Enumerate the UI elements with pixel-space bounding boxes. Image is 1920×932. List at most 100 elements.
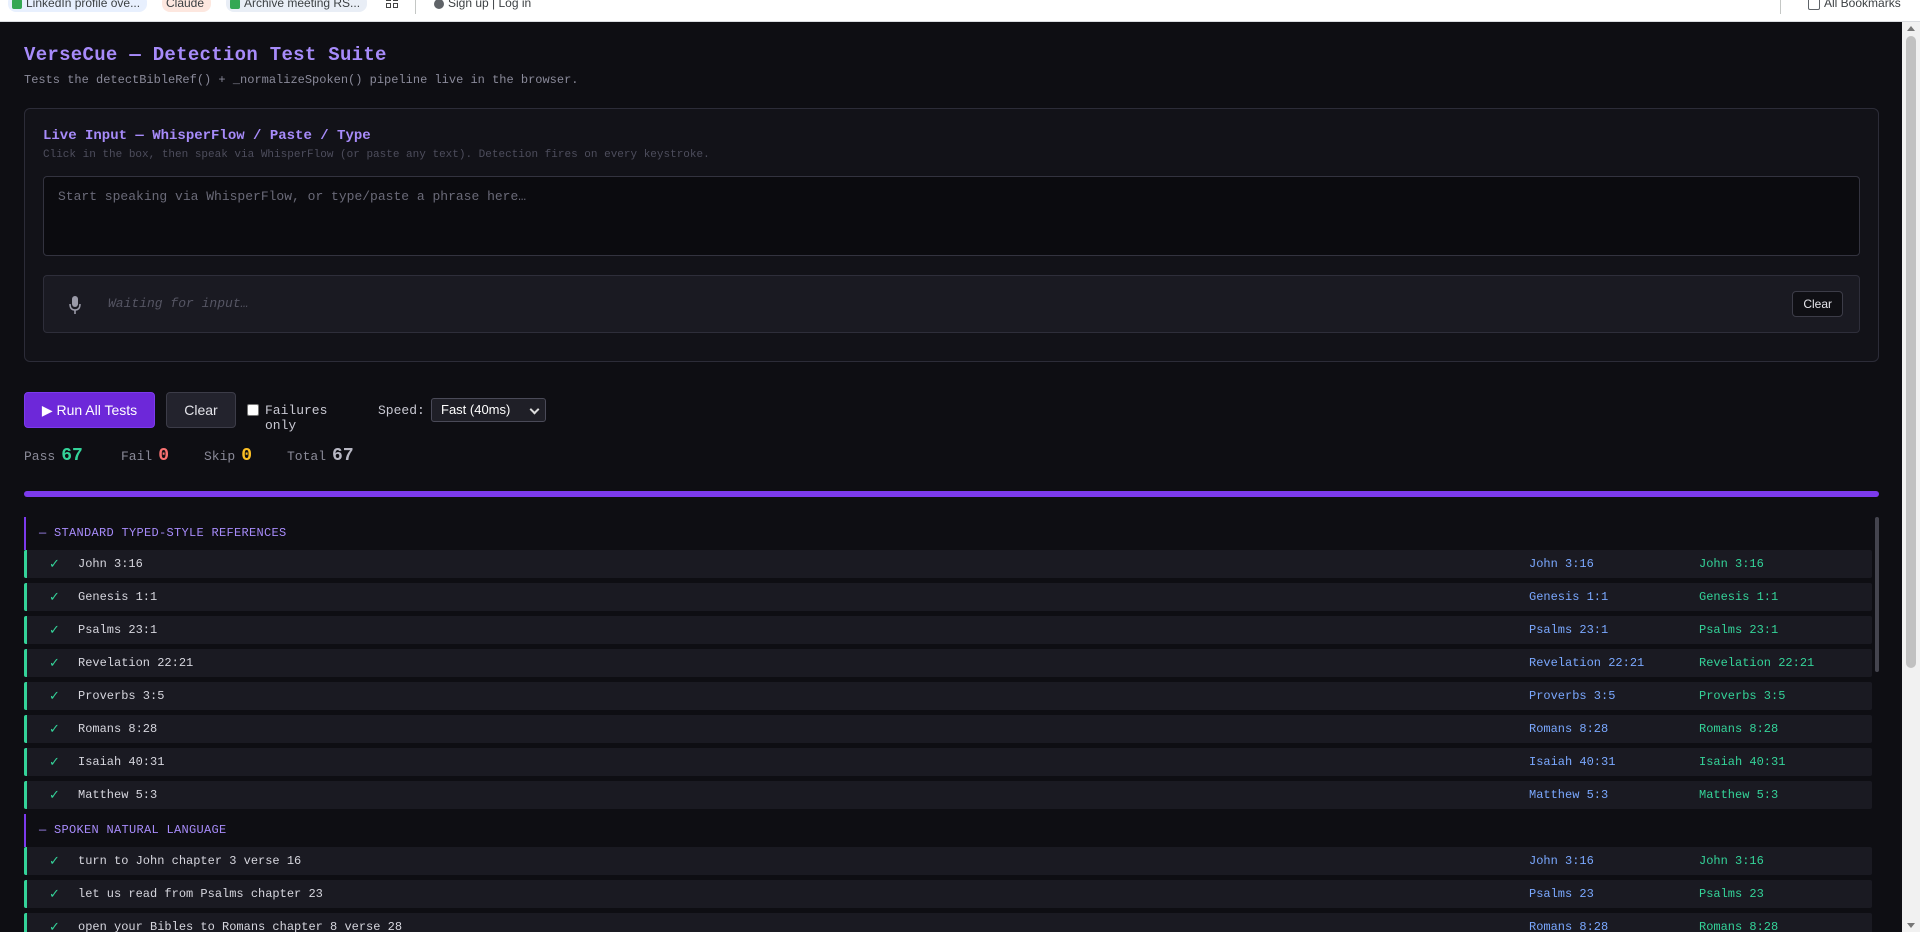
speed-select[interactable]: Fast (40ms)	[431, 398, 546, 422]
test-input: Matthew 5:3	[78, 788, 158, 802]
pass-check-icon: ✓	[49, 656, 60, 671]
test-input: open your Bibles to Romans chapter 8 ver…	[78, 920, 403, 932]
test-expected: John 3:16	[1699, 854, 1764, 868]
scroll-up-icon[interactable]	[1907, 26, 1915, 31]
stat-total-label: Total	[287, 449, 327, 464]
test-input: Genesis 1:1	[78, 590, 158, 604]
bookmark-linkedin[interactable]: LinkedIn profile ove...	[8, 0, 148, 12]
microphone-icon	[69, 296, 81, 314]
pass-check-icon: ✓	[49, 755, 60, 770]
globe-icon	[434, 0, 444, 9]
scroll-down-icon[interactable]	[1907, 923, 1915, 928]
chevron-down-icon	[529, 404, 540, 415]
test-expected: Romans 8:28	[1699, 722, 1779, 736]
test-expected: Isaiah 40:31	[1699, 755, 1786, 769]
test-row[interactable]: ✓ let us read from Psalms chapter 23 Psalm…	[24, 880, 1872, 908]
stat-pass-label: Pass	[24, 449, 56, 464]
bookmark-label: Claude	[166, 0, 205, 10]
test-detected: Proverbs 3:5	[1529, 689, 1616, 703]
bookmark-signup[interactable]: Sign up | Log in	[430, 0, 538, 12]
clear-live-button[interactable]: Clear	[1792, 291, 1843, 317]
test-detected: Psalms 23	[1529, 887, 1594, 901]
group-header: — STANDARD TYPED-STYLE REFERENCES	[24, 517, 1879, 550]
test-row[interactable]: ✓ open your Bibles to Romans chapter 8 ve…	[24, 913, 1872, 932]
pass-check-icon: ✓	[49, 854, 60, 869]
test-input: let us read from Psalms chapter 23	[78, 887, 323, 901]
test-expected: Genesis 1:1	[1699, 590, 1779, 604]
test-row[interactable]: ✓ Proverbs 3:5 Proverbs 3:5 Proverbs 3:5	[24, 682, 1872, 710]
bookmarks-divider	[415, 0, 416, 14]
speed-select-value: Fast (40ms)	[441, 402, 511, 417]
stat-skip: Skip 0	[204, 446, 252, 466]
page-scrollbar[interactable]	[1902, 22, 1920, 932]
bookmark-label: LinkedIn profile ove...	[26, 0, 141, 10]
test-row[interactable]: ✓ Genesis 1:1 Genesis 1:1 Genesis 1:1	[24, 583, 1872, 611]
test-input: Psalms 23:1	[78, 623, 158, 637]
bookmark-claude[interactable]: Claude	[162, 0, 212, 12]
pass-check-icon: ✓	[49, 689, 60, 704]
test-expected: John 3:16	[1699, 557, 1764, 571]
test-input: Revelation 22:21	[78, 656, 194, 670]
folder-icon	[1808, 0, 1820, 10]
all-bookmarks-button[interactable]: All Bookmarks	[1804, 0, 1908, 12]
bookmarks-divider	[1780, 0, 1781, 14]
test-expected: Psalms 23	[1699, 887, 1764, 901]
failures-only-label: Failures only	[265, 403, 328, 433]
test-row[interactable]: ✓ turn to John chapter 3 verse 16 John 3:1…	[24, 847, 1872, 875]
test-row[interactable]: ✓ Romans 8:28 Romans 8:28 Romans 8:28	[24, 715, 1872, 743]
test-expected: Revelation 22:21	[1699, 656, 1815, 670]
progress-bar	[24, 491, 1879, 497]
pass-check-icon: ✓	[49, 722, 60, 737]
page-subtitle: Tests the detectBibleRef() + _normalizeS…	[24, 73, 579, 87]
test-expected: Psalms 23:1	[1699, 623, 1779, 637]
stat-skip-label: Skip	[204, 449, 236, 464]
test-input: Isaiah 40:31	[78, 755, 165, 769]
group-header: — SPOKEN NATURAL LANGUAGE	[24, 814, 1879, 847]
test-row[interactable]: ✓ Matthew 5:3 Matthew 5:3 Matthew 5:3	[24, 781, 1872, 809]
test-row[interactable]: ✓ Psalms 23:1 Psalms 23:1 Psalms 23:1	[24, 616, 1872, 644]
bookmarks-bar: LinkedIn profile ove... Claude Archive m…	[0, 0, 1920, 22]
linkedin-favicon-icon	[12, 0, 22, 9]
test-row[interactable]: ✓ Isaiah 40:31 Isaiah 40:31 Isaiah 40:31	[24, 748, 1872, 776]
stat-total: Total 67	[287, 446, 354, 466]
test-detected: Revelation 22:21	[1529, 656, 1645, 670]
run-all-tests-button[interactable]: ▶ Run All Tests	[24, 392, 155, 428]
test-detected: John 3:16	[1529, 854, 1594, 868]
test-detected: Isaiah 40:31	[1529, 755, 1616, 769]
live-input-panel: Live Input — WhisperFlow / Paste / Type …	[24, 108, 1879, 362]
test-input: turn to John chapter 3 verse 16	[78, 854, 302, 868]
test-expected: Romans 8:28	[1699, 920, 1779, 932]
results-list: — STANDARD TYPED-STYLE REFERENCES ✓ John 3…	[24, 517, 1879, 932]
stat-total-value: 67	[332, 446, 354, 466]
pass-check-icon: ✓	[49, 557, 60, 572]
test-expected: Proverbs 3:5	[1699, 689, 1786, 703]
stat-fail-label: Fail	[121, 449, 153, 464]
stat-fail: Fail 0	[121, 446, 169, 466]
stat-fail-value: 0	[158, 446, 170, 466]
sheet-favicon-icon	[230, 0, 240, 9]
scrollbar-thumb[interactable]	[1906, 36, 1916, 668]
test-row[interactable]: ✓ Revelation 22:21 Revelation 22:21 Revelat…	[24, 649, 1872, 677]
page: VerseCue — Detection Test Suite Tests th…	[0, 22, 1902, 932]
pass-check-icon: ✓	[49, 920, 60, 932]
apps-grid-icon[interactable]	[386, 0, 399, 9]
bookmark-archive-meeting[interactable]: Archive meeting RS...	[226, 0, 368, 12]
pass-check-icon: ✓	[49, 887, 60, 902]
failures-only-checkbox[interactable]	[247, 404, 259, 416]
pass-check-icon: ✓	[49, 788, 60, 803]
test-detected: Psalms 23:1	[1529, 623, 1609, 637]
test-detected: Romans 8:28	[1529, 722, 1609, 736]
test-detected: Genesis 1:1	[1529, 590, 1609, 604]
stat-pass-value: 67	[61, 446, 83, 466]
test-detected: Romans 8:28	[1529, 920, 1609, 932]
clear-results-button[interactable]: Clear	[166, 392, 236, 428]
test-detected: John 3:16	[1529, 557, 1594, 571]
test-input: Proverbs 3:5	[78, 689, 165, 703]
speed-label: Speed:	[378, 403, 425, 418]
progress-fill	[24, 491, 1879, 497]
live-input-textarea[interactable]	[43, 176, 1860, 256]
test-row[interactable]: ✓ John 3:16 John 3:16 John 3:16	[24, 550, 1872, 578]
page-title: VerseCue — Detection Test Suite	[24, 44, 387, 66]
test-detected: Matthew 5:3	[1529, 788, 1609, 802]
pass-check-icon: ✓	[49, 590, 60, 605]
